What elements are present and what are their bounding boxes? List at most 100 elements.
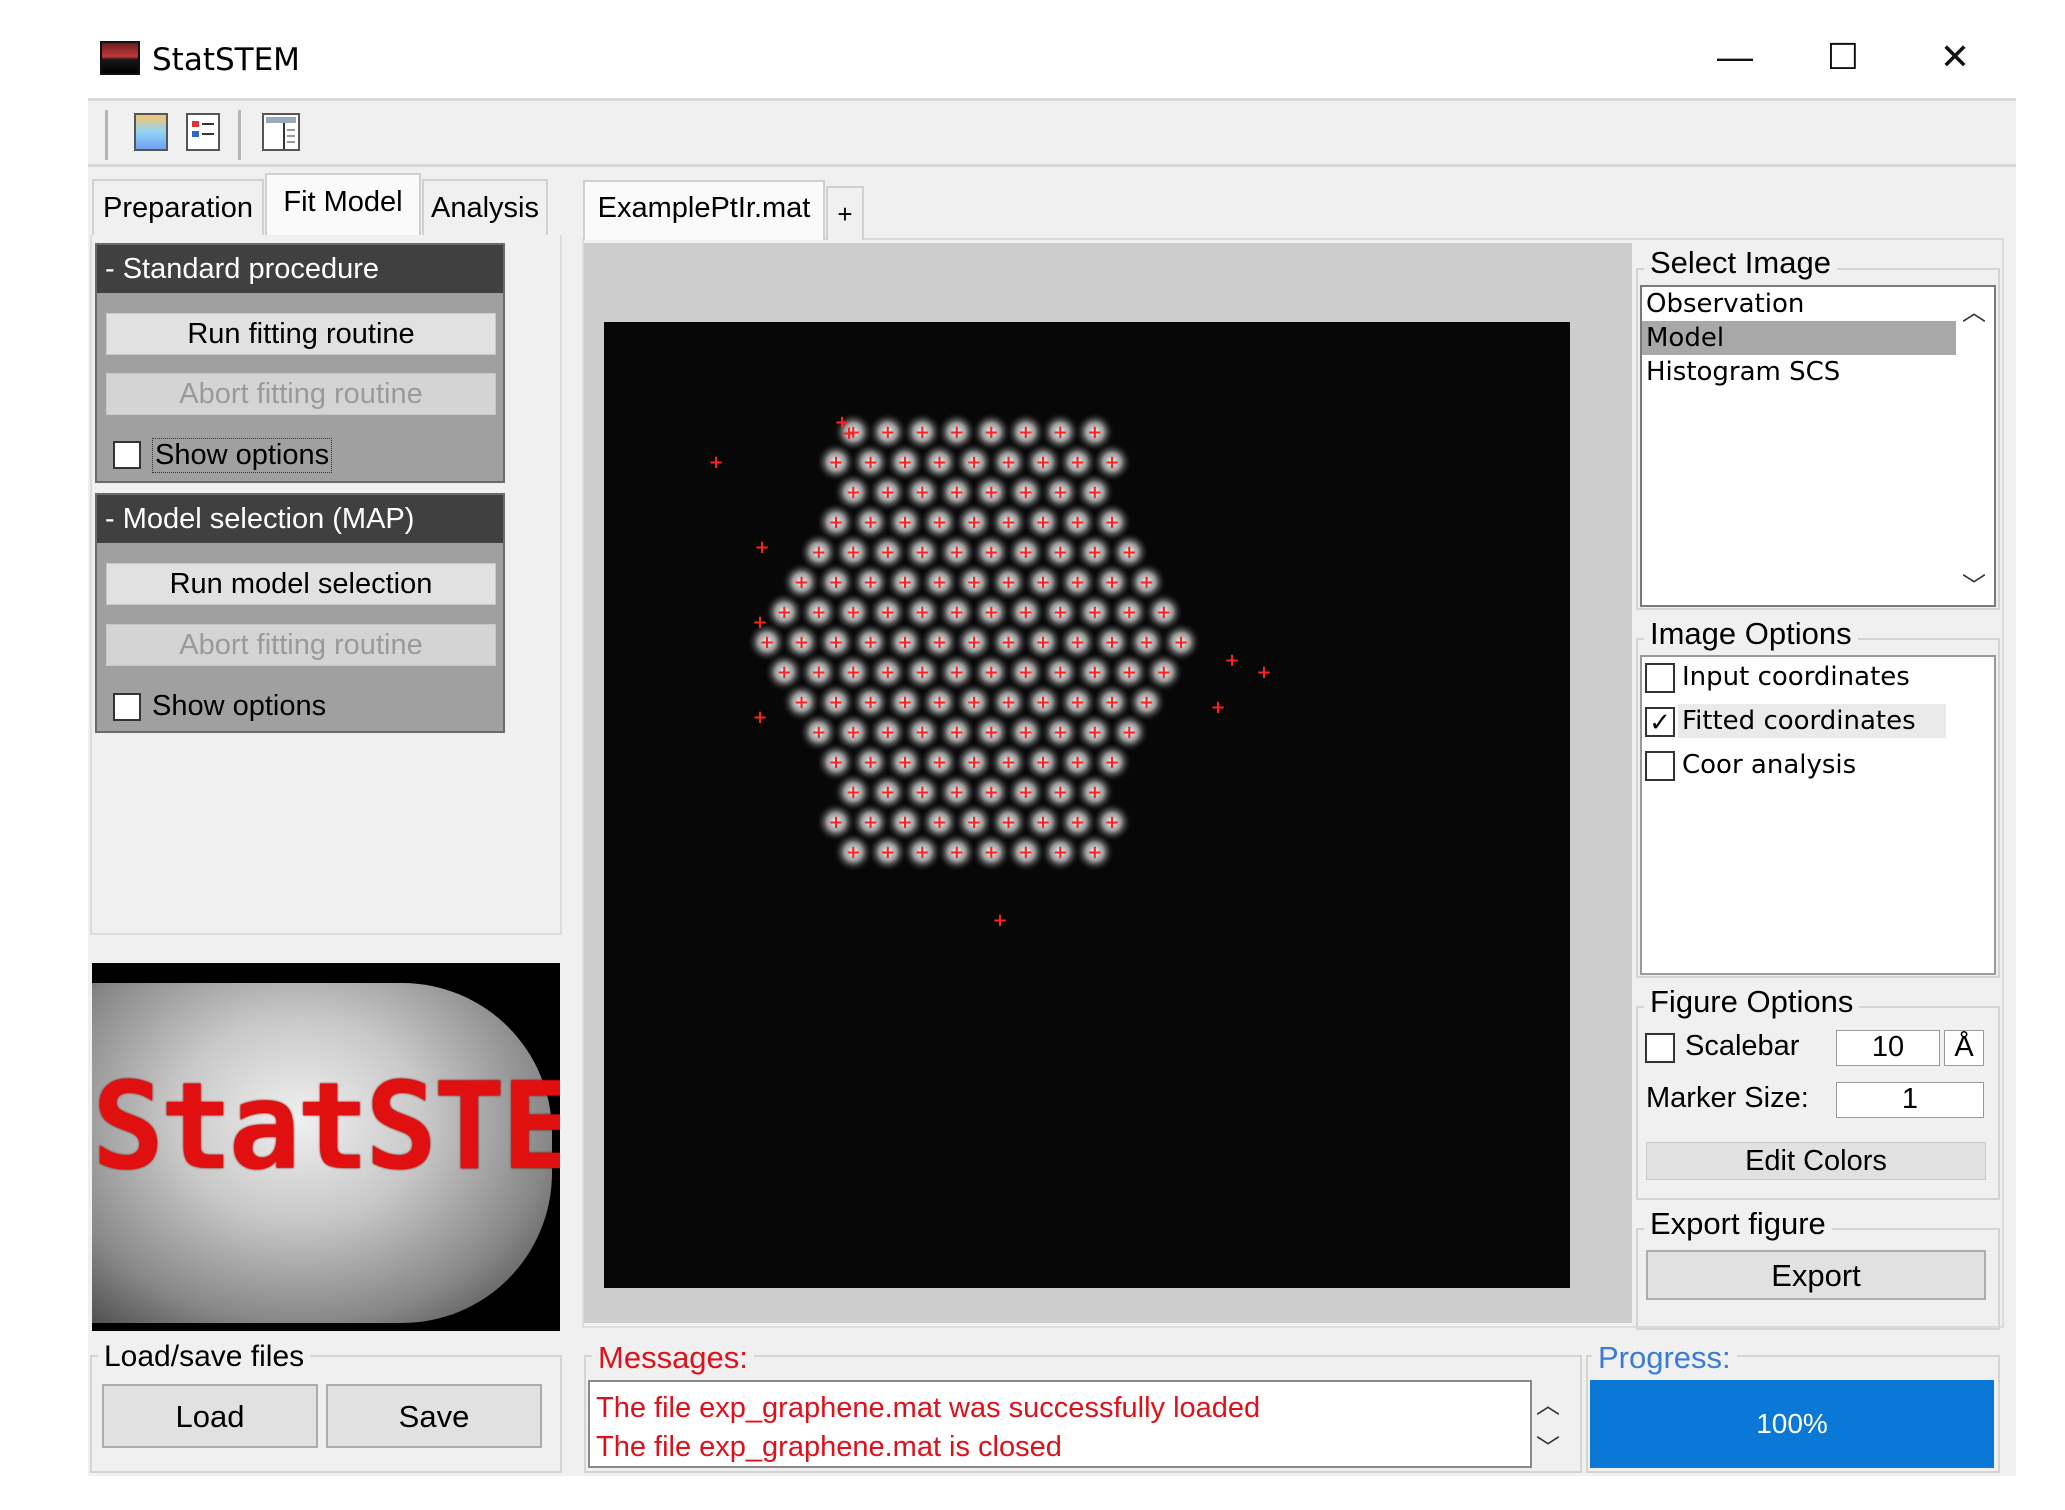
fitted-coordinate-marker: +: [1001, 572, 1016, 593]
coor-analysis-checkbox[interactable]: [1645, 751, 1675, 781]
fitted-coordinate-marker: +: [1070, 812, 1085, 833]
colorbar-icon[interactable]: [134, 113, 168, 151]
fitted-coordinate-marker: +: [1053, 722, 1068, 743]
fitted-coordinate-marker: +: [828, 512, 843, 533]
list-item-model[interactable]: Model: [1642, 321, 1956, 355]
fitted-coordinate-marker: +: [1104, 512, 1119, 533]
logo-text: StatSTEM: [92, 1058, 560, 1197]
select-image-legend: Select Image: [1644, 245, 1837, 281]
fitted-coordinate-marker: +: [949, 542, 964, 563]
fitted-coordinate-marker: +: [1001, 632, 1016, 653]
legend-icon[interactable]: [186, 113, 220, 151]
export-button[interactable]: Export: [1646, 1250, 1986, 1300]
fitted-coordinate-marker: +: [1087, 602, 1102, 623]
add-tab-button[interactable]: +: [826, 186, 864, 240]
fitted-coordinate-marker: +: [1018, 842, 1033, 863]
scalebar-checkbox[interactable]: [1645, 1033, 1675, 1063]
marker-size-input[interactable]: 1: [1836, 1082, 1984, 1118]
fitted-coordinate-marker: +: [1087, 662, 1102, 683]
tab-preparation[interactable]: Preparation: [92, 179, 264, 235]
fitted-coordinate-marker: +: [932, 812, 947, 833]
fitted-coordinate-marker: +: [966, 452, 981, 473]
run-fitting-routine-button[interactable]: Run fitting routine: [106, 313, 496, 355]
tab-fit-model[interactable]: Fit Model: [265, 173, 421, 235]
fitted-coordinate-marker: +: [1139, 632, 1154, 653]
fitted-coordinate-marker: +: [794, 632, 809, 653]
marker-size-label: Marker Size:: [1646, 1082, 1809, 1114]
fitted-coordinate-marker: +: [1001, 512, 1016, 533]
standard-procedure-header[interactable]: - Standard procedure: [97, 245, 503, 293]
model-image[interactable]: + + + + + + + + + + + + + + + + + + + + + + + + + + + + + + + + + + + + + + + +…: [604, 322, 1570, 1288]
fitted-coordinate-marker: +: [811, 722, 826, 743]
input-coordinates-checkbox[interactable]: [1645, 663, 1675, 693]
fitted-coordinate-marker: +: [752, 707, 767, 728]
edit-colors-button[interactable]: Edit Colors: [1646, 1142, 1986, 1180]
minimize-icon[interactable]: —: [1700, 36, 1770, 78]
fitted-coordinate-marker: +: [1018, 782, 1033, 803]
fitted-coordinate-marker: +: [1139, 572, 1154, 593]
fitted-coordinate-marker: +: [1070, 452, 1085, 473]
scalebar-input[interactable]: 10: [1836, 1030, 1940, 1066]
fitted-coordinate-marker: +: [949, 602, 964, 623]
scroll-up-icon[interactable]: ︿: [1962, 292, 1986, 327]
list-item-histogram-scs[interactable]: Histogram SCS: [1642, 355, 1994, 389]
save-button[interactable]: Save: [326, 1384, 542, 1448]
fitted-coordinate-marker: +: [1053, 542, 1068, 563]
scalebar-unit-button[interactable]: Å: [1944, 1030, 1984, 1066]
fitted-coordinate-marker: +: [863, 452, 878, 473]
fitted-coordinate-marker: +: [880, 782, 895, 803]
fitted-coordinate-marker: +: [863, 632, 878, 653]
fitted-coordinate-marker: +: [984, 782, 999, 803]
fitted-coordinate-marker: +: [880, 722, 895, 743]
model-selection-header[interactable]: - Model selection (MAP): [97, 495, 503, 543]
tab-analysis[interactable]: Analysis: [422, 179, 548, 235]
fitted-coordinate-marker: +: [777, 602, 792, 623]
maximize-icon[interactable]: ☐: [1808, 36, 1878, 78]
fitted-coordinate-marker: +: [949, 782, 964, 803]
fitted-coordinate-marker: +: [811, 542, 826, 563]
fitted-coordinate-marker: +: [1156, 602, 1171, 623]
fitted-coordinate-marker: +: [1173, 632, 1188, 653]
fitted-coordinate-marker: +: [949, 482, 964, 503]
run-model-selection-button[interactable]: Run model selection: [106, 563, 496, 605]
scroll-down-icon[interactable]: ﹀: [1962, 566, 1986, 601]
list-item-observation[interactable]: Observation: [1642, 287, 1994, 321]
show-options-label: Show options: [152, 438, 333, 473]
fitted-coordinates-checkbox[interactable]: ✓: [1645, 707, 1675, 737]
fitted-coordinate-marker: +: [897, 572, 912, 593]
fitted-coordinates-label: Fitted coordinates: [1678, 704, 1946, 738]
fitted-coordinate-marker: +: [759, 632, 774, 653]
show-options-checkbox[interactable]: [113, 441, 141, 469]
fitted-coordinate-marker: +: [863, 692, 878, 713]
messages-scroll-down-icon[interactable]: ﹀: [1536, 1428, 1560, 1463]
messages-box[interactable]: - - - - - - - - - - - - - - - - - - - - …: [588, 1380, 1532, 1468]
close-icon[interactable]: ✕: [1920, 36, 1990, 78]
fitted-coordinate-marker: +: [966, 752, 981, 773]
fitted-coordinate-marker: +: [1070, 512, 1085, 533]
export-legend: Export figure: [1644, 1206, 1832, 1242]
model-show-options-checkbox[interactable]: [113, 693, 141, 721]
tab-exampleptir[interactable]: ExamplePtIr.mat: [583, 180, 825, 240]
abort-model-selection-button[interactable]: Abort fitting routine: [106, 624, 496, 666]
select-image-list[interactable]: Observation Model Histogram SCS: [1640, 285, 1996, 607]
messages-scroll-up-icon[interactable]: ︿: [1536, 1385, 1560, 1420]
fitted-coordinate-marker: +: [1035, 692, 1050, 713]
fitted-coordinate-marker: +: [1104, 452, 1119, 473]
fitted-coordinate-marker: +: [828, 692, 843, 713]
fitted-coordinate-marker: +: [915, 662, 930, 683]
fitted-coordinate-marker: +: [897, 512, 912, 533]
fitted-coordinate-marker: +: [1053, 662, 1068, 683]
fitted-coordinate-marker: +: [846, 542, 861, 563]
fitted-coordinate-marker: +: [897, 812, 912, 833]
fitted-coordinate-marker: +: [708, 452, 723, 473]
load-button[interactable]: Load: [102, 1384, 318, 1448]
fitted-coordinate-marker: +: [1156, 662, 1171, 683]
panel-layout-icon[interactable]: [262, 113, 300, 151]
fitted-coordinate-marker: +: [1224, 650, 1239, 671]
fitted-coordinate-marker: +: [897, 752, 912, 773]
input-coordinates-label: Input coordinates: [1682, 662, 1910, 692]
fitted-coordinate-marker: +: [1087, 782, 1102, 803]
fitted-coordinate-marker: +: [1053, 482, 1068, 503]
fitted-coordinate-marker: +: [984, 482, 999, 503]
abort-fitting-routine-button[interactable]: Abort fitting routine: [106, 373, 496, 415]
